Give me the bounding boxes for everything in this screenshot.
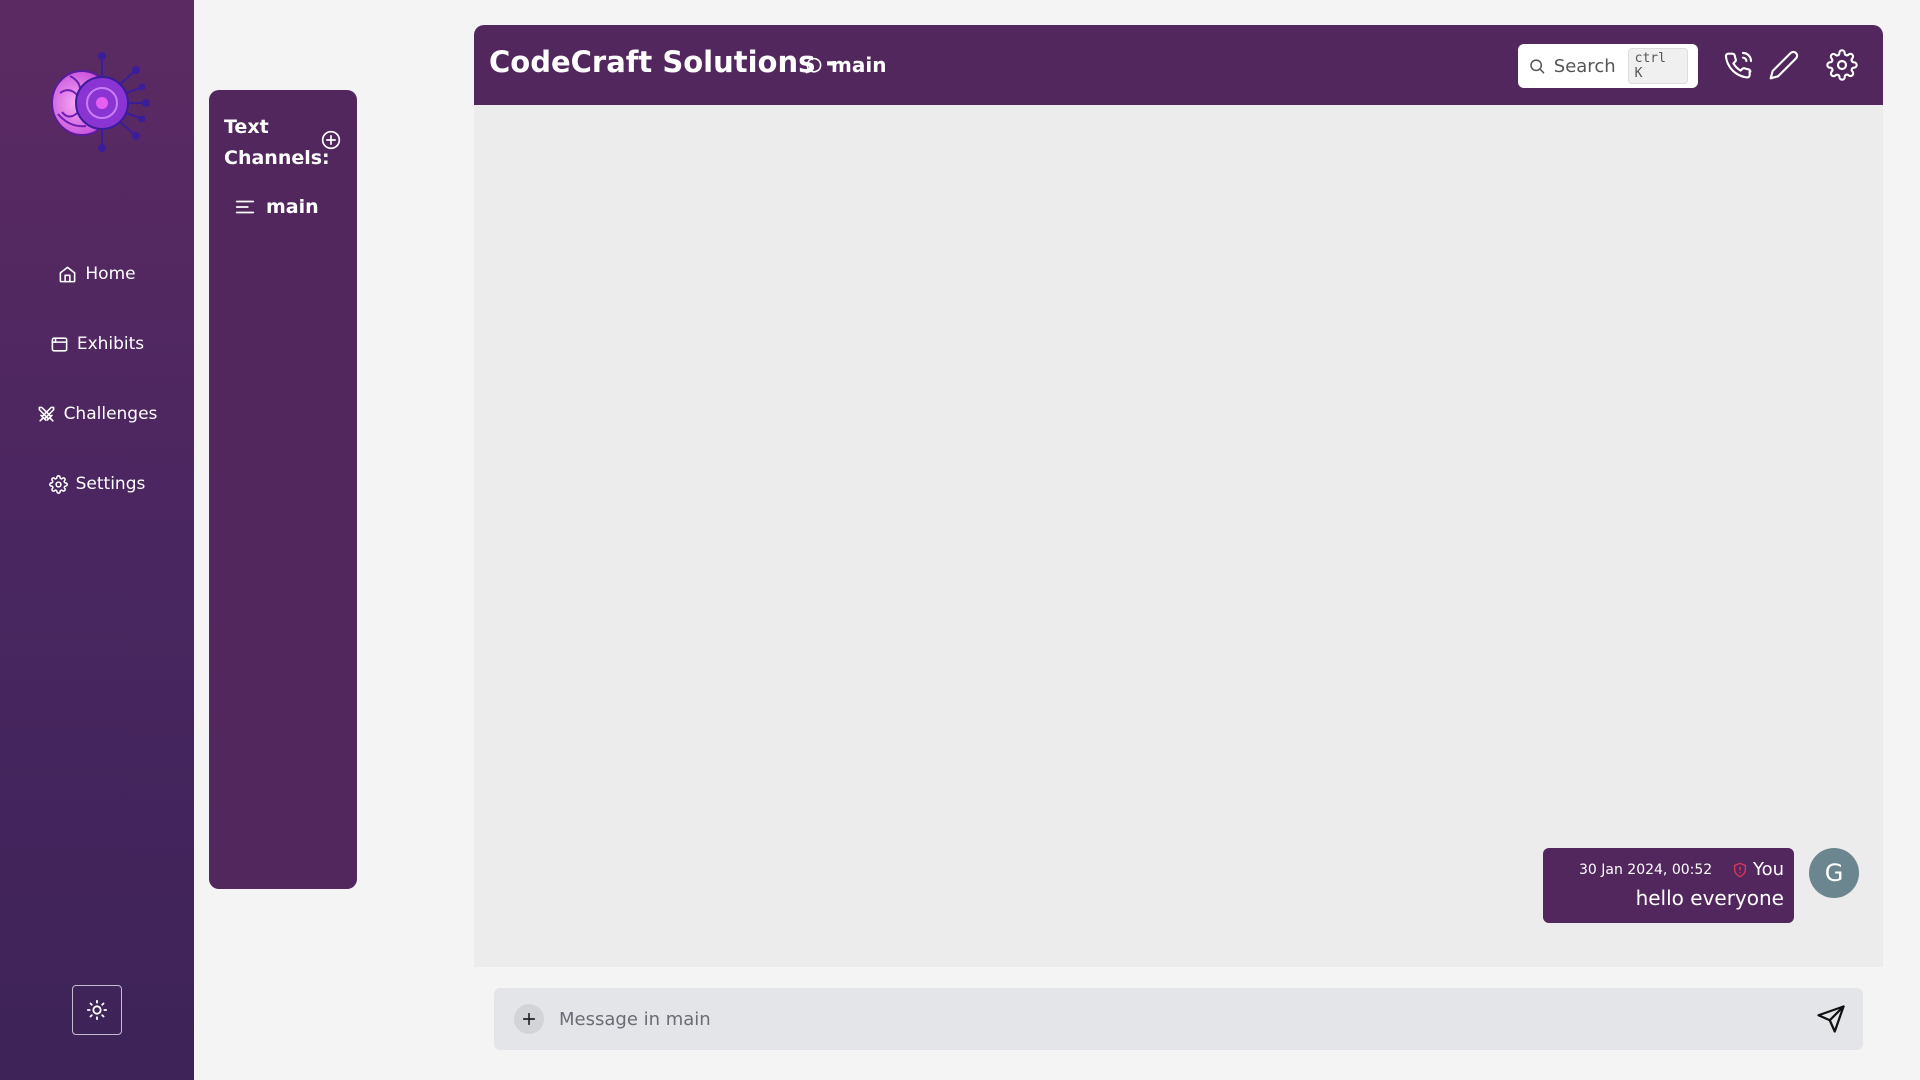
nav-item-label: Challenges xyxy=(63,404,158,424)
channel-item-main[interactable]: main xyxy=(234,192,319,222)
main-nav-sidebar: Home Exhibits Challenges Settings xyxy=(0,0,194,1080)
chat-bubble-icon xyxy=(805,57,822,73)
gear-icon xyxy=(48,474,68,494)
crossed-swords-icon xyxy=(38,406,54,422)
plus-icon xyxy=(522,1012,536,1026)
message-text: hello everyone xyxy=(1635,886,1784,910)
current-channel: main xyxy=(804,53,886,77)
send-icon xyxy=(1817,1005,1845,1033)
nav-item-home[interactable]: Home xyxy=(0,254,194,294)
brain-logo-icon[interactable] xyxy=(40,48,154,154)
avatar[interactable]: G xyxy=(1809,848,1859,898)
shield-icon xyxy=(1733,862,1746,877)
add-channel-button[interactable] xyxy=(321,130,341,150)
nav-item-label: Home xyxy=(85,264,136,284)
call-button[interactable] xyxy=(1723,49,1755,81)
chat-header: CodeCraft Solutions - main Search ctrl K xyxy=(474,25,1883,105)
message-composer xyxy=(494,988,1863,1050)
message-author-name: You xyxy=(1752,859,1784,880)
attach-button[interactable] xyxy=(514,1004,544,1034)
send-button[interactable] xyxy=(1816,1004,1846,1034)
nav-item-settings[interactable]: Settings xyxy=(0,464,194,504)
message-input[interactable] xyxy=(559,999,1759,1039)
search-button[interactable]: Search ctrl K xyxy=(1518,44,1698,88)
theme-toggle-button[interactable] xyxy=(72,985,122,1035)
pencil-icon xyxy=(1769,50,1799,80)
phone-call-icon xyxy=(1724,51,1753,79)
message-timestamp: 30 Jan 2024, 00:52 xyxy=(1579,862,1713,878)
nav-item-exhibits[interactable]: Exhibits xyxy=(0,324,194,364)
search-icon xyxy=(1530,59,1545,74)
nav-item-challenges[interactable]: Challenges xyxy=(0,394,194,434)
home-icon xyxy=(59,266,76,282)
search-shortcut-hint: ctrl K xyxy=(1627,48,1688,84)
message-bubble[interactable]: 30 Jan 2024, 00:52 You hello everyone xyxy=(1543,848,1794,923)
channel-label: main xyxy=(266,196,319,218)
nav-item-label: Settings xyxy=(75,474,146,494)
nav-item-label: Exhibits xyxy=(76,334,145,354)
edit-button[interactable] xyxy=(1768,49,1800,81)
browser-window-icon xyxy=(51,336,68,352)
gear-icon xyxy=(1826,49,1858,81)
current-channel-label: main xyxy=(831,53,887,77)
message-author: You xyxy=(1732,859,1784,880)
sun-icon xyxy=(86,999,108,1021)
search-label: Search xyxy=(1553,55,1616,77)
align-left-icon xyxy=(235,200,255,214)
plus-circle-icon xyxy=(321,130,341,150)
message-list[interactable]: 30 Jan 2024, 00:52 You hello everyone G xyxy=(474,105,1883,967)
workspace-title: CodeCraft Solutions - xyxy=(489,45,838,79)
channels-heading: Text Channels: xyxy=(224,116,330,169)
channels-panel: Text Channels: main xyxy=(209,90,357,889)
channel-settings-button[interactable] xyxy=(1826,49,1858,81)
